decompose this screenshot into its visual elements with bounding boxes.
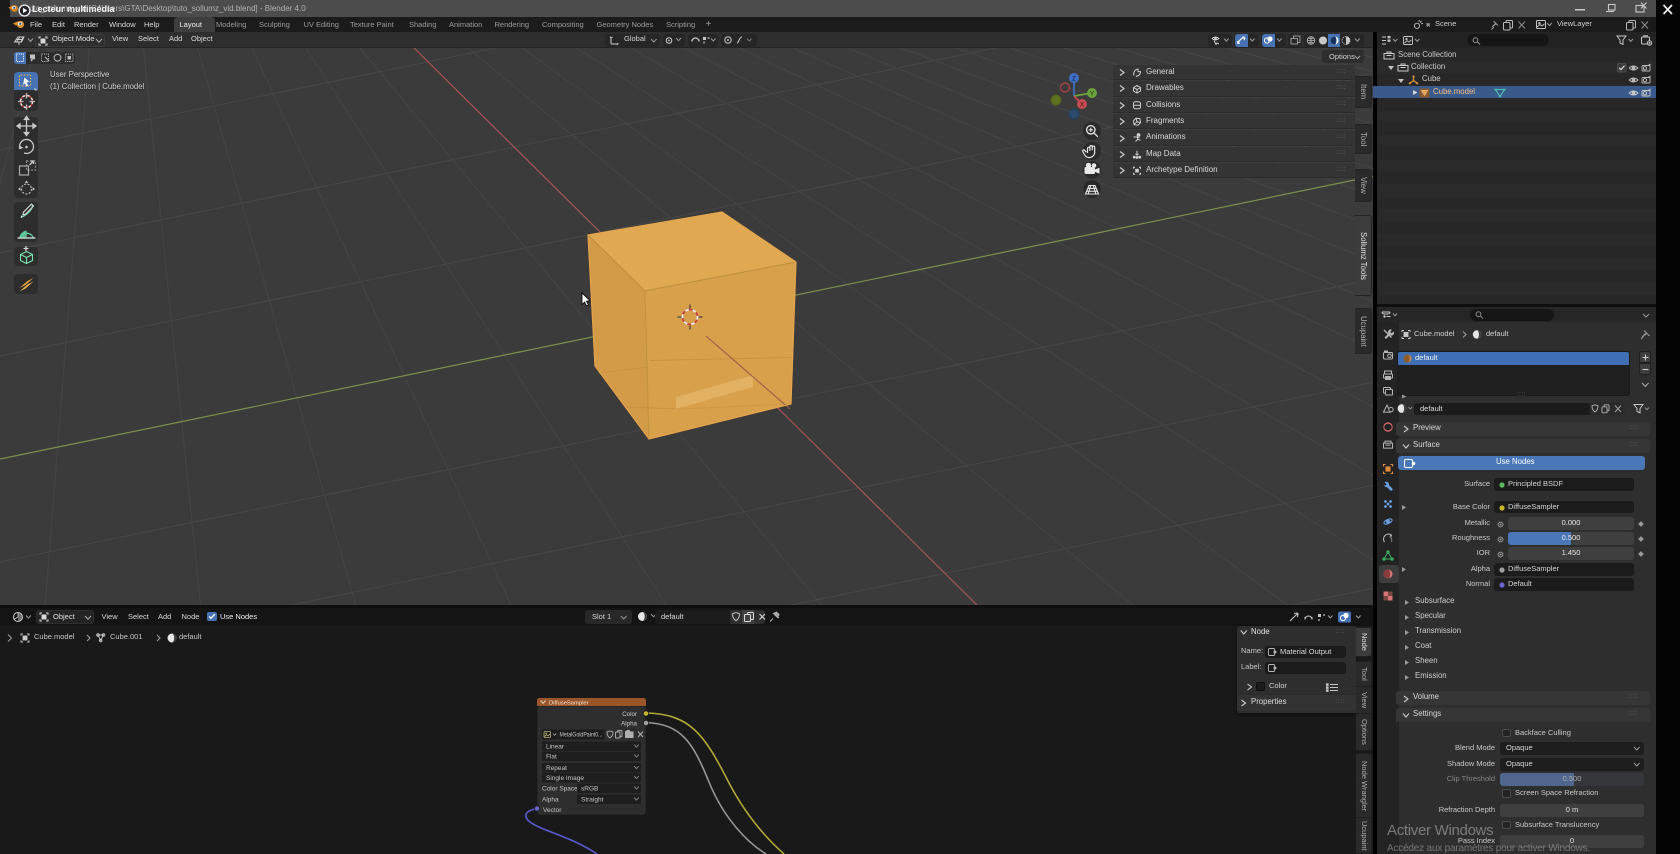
svg-text:Alpha: Alpha bbox=[621, 720, 637, 727]
svg-text:Repeat: Repeat bbox=[546, 765, 567, 772]
svg-text:Color: Color bbox=[622, 711, 637, 718]
svg-text:Vector: Vector bbox=[543, 807, 562, 814]
svg-text:Y: Y bbox=[1090, 90, 1095, 97]
svg-text:Color Space: Color Space bbox=[542, 786, 578, 793]
svg-text:sRGB: sRGB bbox=[581, 786, 598, 793]
svg-text:Z: Z bbox=[1072, 75, 1076, 82]
svg-text:Straight: Straight bbox=[581, 797, 604, 804]
svg-text:DiffuseSampler: DiffuseSampler bbox=[549, 700, 589, 706]
svg-text:Linear: Linear bbox=[546, 744, 565, 751]
svg-text:Single Image: Single Image bbox=[546, 775, 584, 782]
svg-text:Alpha: Alpha bbox=[542, 797, 559, 804]
svg-text:X: X bbox=[1080, 101, 1085, 108]
svg-text:MetalGoldPaint0...: MetalGoldPaint0... bbox=[560, 733, 603, 739]
svg-text:Flat: Flat bbox=[546, 754, 557, 761]
